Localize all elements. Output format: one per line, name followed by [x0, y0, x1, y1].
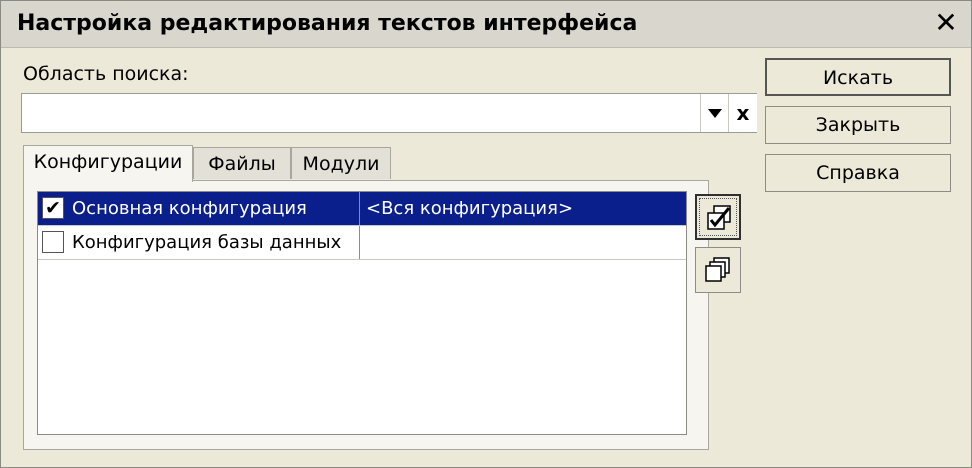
window-title: Настройка редактирования текстов интерфе… [17, 11, 638, 36]
row-value: <Вся конфигурация> [366, 198, 574, 219]
name-cell: ✔ Основная конфигурация [38, 192, 360, 225]
close-icon[interactable]: ✕ [931, 7, 961, 39]
row-checkbox[interactable]: ✔ [42, 197, 64, 219]
table-row[interactable]: Конфигурация базы данных [38, 226, 686, 260]
tab-files[interactable]: Файлы [193, 147, 291, 179]
tab-configurations[interactable]: Конфигурации [23, 145, 193, 182]
name-cell: Конфигурация базы данных [38, 226, 360, 259]
search-area-input[interactable] [22, 94, 698, 132]
clear-button[interactable]: x [728, 94, 757, 132]
dialog-window: Настройка редактирования текстов интерфе… [0, 0, 972, 468]
uncheck-all-icon [705, 257, 730, 282]
search-area-label: Область поиска: [23, 63, 189, 85]
tab-modules[interactable]: Модули [291, 147, 391, 179]
title-bar: Настройка редактирования текстов интерфе… [1, 1, 971, 48]
configurations-grid: ✔ Основная конфигурация <Вся конфигураци… [37, 191, 687, 435]
row-checkbox[interactable] [42, 231, 64, 253]
help-button[interactable]: Справка [765, 154, 951, 192]
chevron-down-icon [708, 109, 722, 118]
check-all-button[interactable] [695, 194, 741, 240]
search-button[interactable]: Искать [765, 58, 951, 96]
row-name: Основная конфигурация [72, 198, 307, 219]
close-button[interactable]: Закрыть [765, 106, 951, 144]
row-name: Конфигурация базы данных [72, 232, 342, 253]
check-all-icon [707, 205, 731, 230]
row-value [360, 226, 686, 259]
dropdown-button[interactable] [700, 94, 729, 132]
search-area-field: x [21, 93, 757, 133]
uncheck-all-button[interactable] [695, 247, 741, 293]
table-row[interactable]: ✔ Основная конфигурация <Вся конфигураци… [38, 192, 686, 226]
